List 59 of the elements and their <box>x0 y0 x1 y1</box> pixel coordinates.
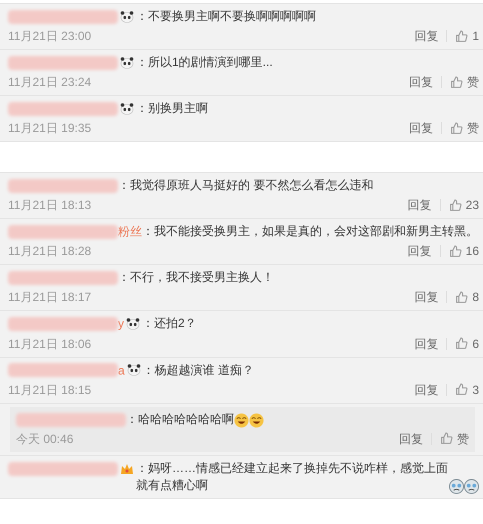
like-count[interactable]: 3 <box>472 380 479 399</box>
reply-link[interactable]: 回复 <box>399 430 423 448</box>
comment-text: ：别换男主啊 <box>136 100 208 117</box>
reply-link[interactable]: 回复 <box>409 119 433 137</box>
like-count[interactable]: 1 <box>472 27 479 45</box>
username-fragment[interactable]: 粉丝 <box>118 224 142 238</box>
crown-icon <box>120 462 134 475</box>
like-count[interactable]: 16 <box>466 242 479 260</box>
thumbs-up-icon[interactable] <box>450 76 463 88</box>
comment-text: ：不行，我不接受男主换人！ <box>118 269 274 286</box>
like-count[interactable]: 6 <box>472 334 479 353</box>
panda-emoji-icon <box>120 56 134 69</box>
comment-time: 11月21日 23:00 <box>8 28 92 45</box>
username-fragment[interactable]: a <box>118 362 125 377</box>
reply-link[interactable]: 回复 <box>408 196 432 214</box>
comment-text: ：所以1的剧情演到哪里... <box>136 54 273 71</box>
comment-text: ：不要换男主啊不要换啊啊啊啊啊 <box>136 8 316 25</box>
reply-link[interactable]: 回复 <box>414 288 438 306</box>
crying-emoji-icon <box>449 478 464 494</box>
comment-time: 今天 00:46 <box>16 430 74 448</box>
comment-time: 11月21日 18:06 <box>8 336 92 353</box>
comment-time: 11月21日 18:15 <box>8 382 92 399</box>
comment-time: 11月21日 18:17 <box>8 289 92 306</box>
panda-emoji-icon <box>120 102 134 115</box>
reply-link[interactable]: 回复 <box>414 380 438 399</box>
reply-link[interactable]: 回复 <box>414 27 438 45</box>
comment-text: ：哈哈哈哈哈哈哈啊 <box>126 410 234 428</box>
like-count[interactable]: 23 <box>466 196 479 214</box>
comment-time: 11月21日 23:24 <box>8 74 92 91</box>
thumbs-up-icon[interactable] <box>448 244 462 258</box>
reply-link[interactable]: 回复 <box>414 334 438 353</box>
comment-time: 11月21日 19:35 <box>8 120 92 137</box>
comment-time: 11月21日 18:13 <box>8 197 92 214</box>
thumbs-up-icon[interactable] <box>448 198 462 212</box>
reply-link[interactable]: 回复 <box>409 73 433 91</box>
panda-emoji-icon <box>126 364 141 376</box>
thumbs-up-icon[interactable] <box>455 383 468 396</box>
panda-emoji-icon <box>120 10 134 23</box>
comment-text: ：还拍2？ <box>142 315 197 332</box>
panda-emoji-icon <box>126 318 140 330</box>
thumbs-up-icon[interactable] <box>440 432 453 446</box>
thumbs-up-icon[interactable] <box>450 122 463 134</box>
like-count[interactable]: 8 <box>472 288 479 306</box>
like-count[interactable]: 赞 <box>467 73 479 91</box>
thumbs-up-icon[interactable] <box>455 290 468 304</box>
laughing-emoji-icon <box>249 412 264 428</box>
like-count[interactable]: 赞 <box>457 430 469 448</box>
thumbs-up-icon[interactable] <box>455 337 468 350</box>
comment-text: ：妈呀……情感已经建立起来了换掉先不说咋样，感觉上面就有点糟心啊 <box>136 460 449 494</box>
comment-text: ：杨超越演谁 道痴？ <box>142 362 254 379</box>
comment-text: ：我不能接受换男主，如果是真的，会对这部剧和新男主转黑。 <box>142 223 478 240</box>
comment-time: 11月21日 18:28 <box>8 243 92 260</box>
thumbs-up-icon[interactable] <box>455 30 468 42</box>
comment-text: ：我觉得原班人马挺好的 要不然怎么看怎么违和 <box>118 177 374 194</box>
reply-link[interactable]: 回复 <box>408 242 432 260</box>
crying-emoji-icon <box>464 478 479 494</box>
username-fragment[interactable]: y <box>118 316 124 331</box>
laughing-emoji-icon <box>234 412 249 428</box>
like-count[interactable]: 赞 <box>467 119 479 137</box>
